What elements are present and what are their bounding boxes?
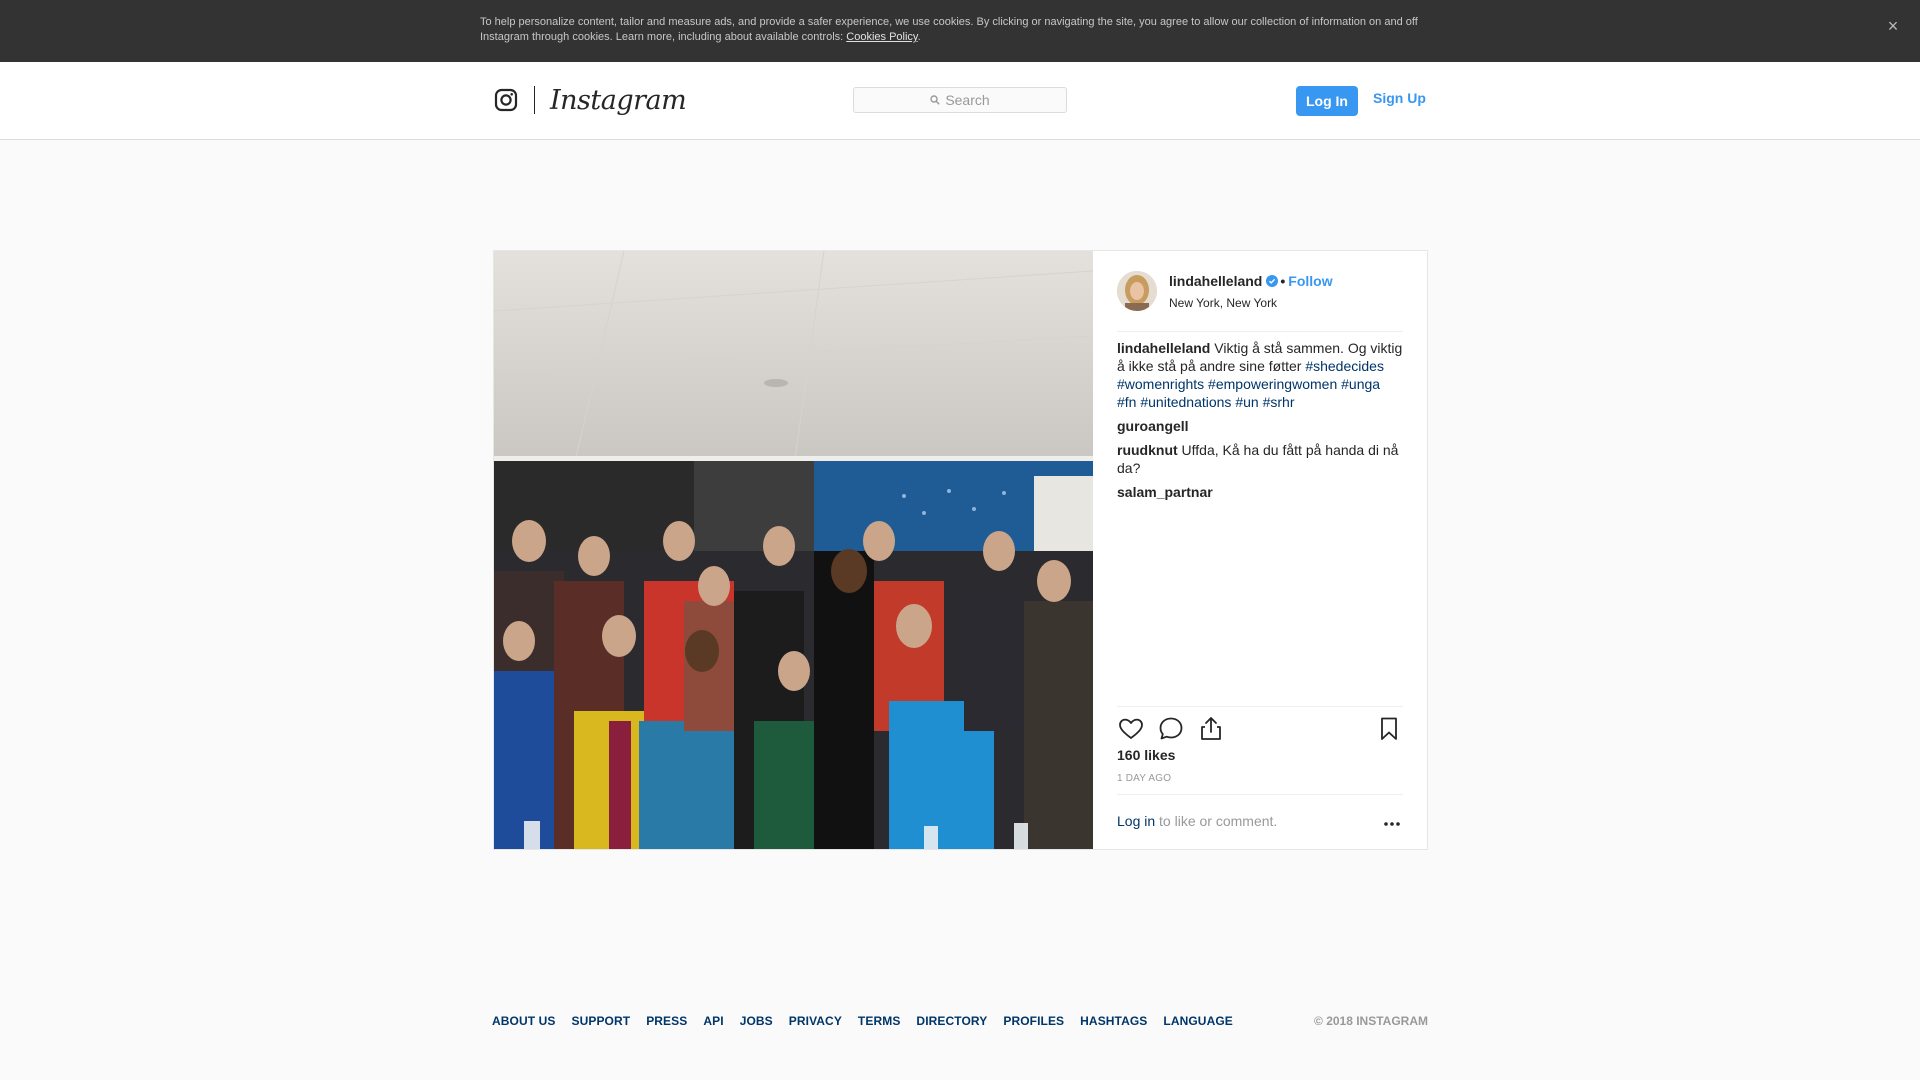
login-prompt: Log in to like or comment. [1117, 813, 1277, 829]
verified-badge-icon [1266, 275, 1279, 287]
post-header: lindahelleland • Follow New York, New York [1117, 269, 1403, 332]
copyright: © 2018 INSTAGRAM [1314, 1014, 1428, 1028]
hashtag-link[interactable]: #srhr [1263, 394, 1295, 410]
header-separator: • [1280, 273, 1286, 289]
footer-link-jobs[interactable]: JOBS [740, 1014, 773, 1028]
footer-link-press[interactable]: PRESS [646, 1014, 687, 1028]
cookie-banner-message: To help personalize content, tailor and … [480, 16, 1418, 43]
post-photo[interactable] [494, 251, 1093, 849]
post-location[interactable]: New York, New York [1169, 296, 1277, 310]
comment-username[interactable]: ruudknut [1117, 442, 1178, 458]
hashtag-link[interactable]: #womenrights [1117, 376, 1204, 392]
search-input[interactable]: Search [853, 87, 1067, 113]
footer-link-language[interactable]: LANGUAGE [1163, 1014, 1232, 1028]
post-sidebar: lindahelleland • Follow New York, New York… [1093, 251, 1427, 849]
hashtag-link[interactable]: #empoweringwomen [1208, 376, 1337, 392]
hashtag-link[interactable]: #unitednations [1140, 394, 1231, 410]
avatar[interactable] [1117, 271, 1157, 311]
cookie-banner-text: To help personalize content, tailor and … [480, 15, 1440, 45]
comment-item: ruudknut Uffda, Kå ha du fått på handa d… [1117, 441, 1403, 477]
footer-link-api[interactable]: API [703, 1014, 723, 1028]
instagram-glyph-icon[interactable] [494, 88, 518, 112]
footer-link-hashtags[interactable]: HASHTAGS [1080, 1014, 1147, 1028]
footer-link-profiles[interactable]: PROFILES [1003, 1014, 1064, 1028]
sign-up-link[interactable]: Sign Up [1373, 90, 1426, 106]
comments-list: lindahelleland Viktig å stå sammen. Og v… [1117, 339, 1403, 507]
comment-username[interactable]: guroangell [1117, 418, 1189, 434]
log-in-link[interactable]: Log in [1117, 813, 1155, 829]
cookie-banner-suffix: . [917, 31, 921, 43]
hashtag-link[interactable]: #un [1235, 394, 1258, 410]
footer-link-privacy[interactable]: PRIVACY [789, 1014, 842, 1028]
instagram-wordmark[interactable]: Instagram [550, 83, 687, 119]
post-author-username[interactable]: lindahelleland [1169, 273, 1262, 289]
search-placeholder: Search [945, 92, 990, 108]
footer-link-support[interactable]: SUPPORT [571, 1014, 630, 1028]
top-navigation: Instagram Search Log In Sign Up [0, 62, 1920, 140]
cookie-banner: To help personalize content, tailor and … [0, 0, 1920, 62]
comment-icon[interactable] [1157, 715, 1185, 743]
close-icon[interactable]: × [1882, 15, 1904, 37]
follow-button[interactable]: Follow [1288, 273, 1332, 289]
more-icon[interactable] [1381, 813, 1403, 835]
footer-link-directory[interactable]: DIRECTORY [916, 1014, 987, 1028]
login-prompt-suffix: to like or comment. [1155, 813, 1278, 829]
post-timestamp[interactable]: 1 DAY AGO [1117, 773, 1171, 784]
hashtag-link[interactable]: #shedecides [1305, 358, 1384, 374]
share-icon[interactable] [1197, 715, 1225, 743]
caption: lindahelleland Viktig å stå sammen. Og v… [1117, 339, 1403, 411]
footer-link-about-us[interactable]: ABOUT US [492, 1014, 555, 1028]
likes-count[interactable]: 160 likes [1117, 747, 1175, 763]
avatar-image [1117, 271, 1157, 311]
comment-item: guroangell [1117, 417, 1403, 435]
post-photo-illustration [494, 251, 1093, 849]
hashtag-link[interactable]: #unga [1341, 376, 1380, 392]
comment-item: salam_partnar [1117, 483, 1403, 501]
heart-icon[interactable] [1117, 715, 1145, 743]
hashtag-link[interactable]: #fn [1117, 394, 1136, 410]
logo-divider [534, 86, 535, 114]
footer: ABOUT US SUPPORT PRESS API JOBS PRIVACY … [492, 1014, 1428, 1030]
search-icon [930, 95, 941, 105]
bookmark-icon[interactable] [1375, 715, 1403, 743]
login-to-comment-bar: Log in to like or comment. [1117, 794, 1403, 847]
post-actions: 160 likes 1 DAY AGO Log in to like or co… [1117, 706, 1403, 847]
footer-link-terms[interactable]: TERMS [858, 1014, 901, 1028]
log-in-button[interactable]: Log In [1296, 86, 1358, 116]
post-username-line: lindahelleland • Follow [1169, 273, 1333, 289]
post-card: lindahelleland • Follow New York, New York… [493, 250, 1428, 850]
footer-nav: ABOUT US SUPPORT PRESS API JOBS PRIVACY … [492, 1014, 1233, 1028]
comment-username[interactable]: salam_partnar [1117, 484, 1213, 500]
caption-username[interactable]: lindahelleland [1117, 340, 1210, 356]
cookies-policy-link[interactable]: Cookies Policy [846, 31, 917, 43]
